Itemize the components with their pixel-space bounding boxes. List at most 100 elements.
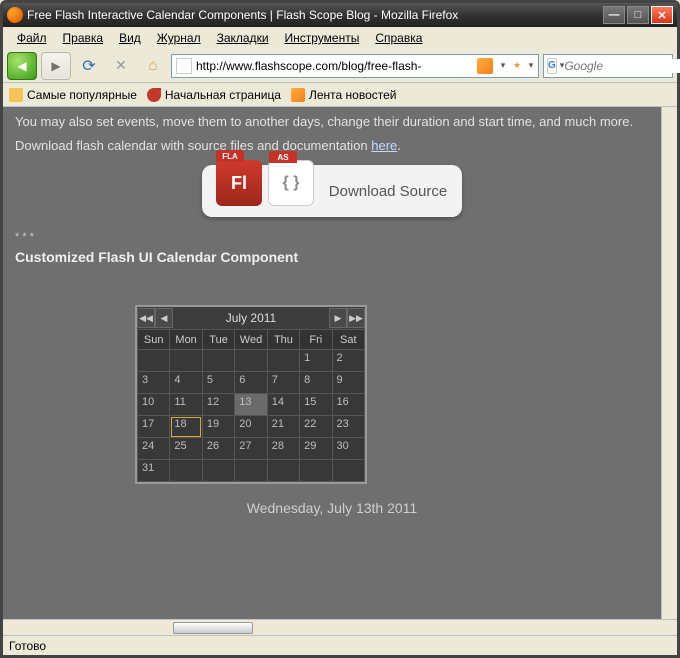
search-input[interactable] — [564, 59, 680, 73]
calendar-dow: Fri — [300, 330, 332, 350]
calendar-day[interactable]: 15 — [300, 394, 332, 416]
calendar-day[interactable]: 21 — [267, 416, 299, 438]
calendar-day[interactable]: 27 — [235, 438, 268, 460]
download-link[interactable]: here — [371, 138, 397, 153]
bookmarks-toolbar: Самые популярные Начальная страница Лент… — [3, 83, 677, 107]
menu-help[interactable]: Справка — [367, 29, 430, 47]
titlebar: Free Flash Interactive Calendar Componen… — [3, 3, 677, 27]
bookmark-popular[interactable]: Самые популярные — [9, 88, 137, 102]
calendar-day[interactable]: 25 — [170, 438, 202, 460]
calendar-dow: Tue — [202, 330, 234, 350]
bookmark-label: Лента новостей — [309, 88, 397, 102]
folder-icon — [9, 88, 23, 102]
star-icon[interactable]: ★ — [510, 60, 524, 71]
calendar-day[interactable]: 9 — [332, 372, 364, 394]
calendar-day — [300, 460, 332, 482]
calendar-day[interactable]: 29 — [300, 438, 332, 460]
browser-window: Free Flash Interactive Calendar Componen… — [0, 0, 680, 658]
body-text: Download flash calendar with source file… — [15, 137, 649, 155]
download-label: Download Source — [314, 183, 462, 200]
calendar-day[interactable]: 24 — [138, 438, 170, 460]
calendar-day[interactable]: 17 — [138, 416, 170, 438]
calendar-day[interactable]: 13 — [235, 394, 268, 416]
back-button[interactable]: ◀ — [7, 52, 37, 80]
menu-history[interactable]: Журнал — [149, 29, 209, 47]
statusbar: Готово — [3, 635, 677, 655]
stop-button[interactable]: ✕ — [107, 53, 135, 79]
bookmark-home[interactable]: Начальная страница — [147, 88, 281, 102]
calendar-day[interactable]: 8 — [300, 372, 332, 394]
calendar-day[interactable]: 14 — [267, 394, 299, 416]
calendar-day[interactable]: 10 — [138, 394, 170, 416]
menu-edit[interactable]: Правка — [55, 29, 112, 47]
calendar-day — [170, 460, 202, 482]
scrollbar-thumb[interactable] — [173, 622, 253, 634]
calendar-day[interactable]: 7 — [267, 372, 299, 394]
calendar-day — [235, 350, 268, 372]
calendar-day[interactable]: 23 — [332, 416, 364, 438]
calendar-day[interactable]: 20 — [235, 416, 268, 438]
minimize-button[interactable]: — — [603, 6, 625, 24]
body-text: You may also set events, move them to an… — [15, 113, 649, 131]
calendar-day[interactable]: 22 — [300, 416, 332, 438]
calendar-day[interactable]: 30 — [332, 438, 364, 460]
download-source-button[interactable]: FLA Fl AS { } Download Source — [202, 165, 462, 217]
next-month-button[interactable]: ▶ — [329, 308, 347, 328]
calendar-day[interactable]: 3 — [138, 372, 170, 394]
prev-month-button[interactable]: ◀ — [155, 308, 173, 328]
leaf-icon — [147, 88, 161, 102]
calendar-day[interactable]: 12 — [202, 394, 234, 416]
calendar-dow: Sat — [332, 330, 364, 350]
calendar-day — [202, 350, 234, 372]
calendar-day[interactable]: 28 — [267, 438, 299, 460]
feed-dropdown-icon[interactable]: ▾ — [496, 60, 510, 71]
reload-button[interactable]: ⟳ — [75, 53, 103, 79]
vertical-scrollbar[interactable] — [661, 107, 677, 619]
bookmark-feeds[interactable]: Лента новостей — [291, 88, 397, 102]
calendar-day[interactable]: 4 — [170, 372, 202, 394]
url-input[interactable] — [196, 56, 474, 76]
menu-file[interactable]: Файл — [9, 29, 55, 47]
viewport: You may also set events, move them to an… — [3, 107, 677, 635]
url-bar[interactable]: ▾ ★ ▾ — [171, 54, 539, 78]
site-favicon-icon — [176, 58, 192, 74]
menubar: Файл Правка Вид Журнал Закладки Инструме… — [3, 27, 677, 49]
calendar-day[interactable]: 19 — [202, 416, 234, 438]
selected-date-text: Wednesday, July 13th 2011 — [15, 500, 649, 516]
calendar-day[interactable]: 31 — [138, 460, 170, 482]
rss-icon[interactable] — [477, 58, 493, 74]
calendar-day — [138, 350, 170, 372]
menu-bookmarks[interactable]: Закладки — [209, 29, 277, 47]
nav-toolbar: ◀ ▶ ⟳ ✕ ⌂ ▾ ★ ▾ G ▾ — [3, 49, 677, 83]
url-dropdown-icon[interactable]: ▾ — [524, 60, 538, 71]
calendar-grid: SunMonTueWedThuFriSat 123456789101112131… — [137, 329, 365, 482]
forward-button[interactable]: ▶ — [41, 52, 71, 80]
calendar-dow: Sun — [138, 330, 170, 350]
calendar-day — [267, 350, 299, 372]
calendar-day[interactable]: 18 — [170, 416, 202, 438]
calendar-dow: Thu — [267, 330, 299, 350]
maximize-button[interactable]: □ — [627, 6, 649, 24]
status-text: Готово — [9, 639, 46, 653]
calendar-day[interactable]: 5 — [202, 372, 234, 394]
menu-tools[interactable]: Инструменты — [277, 29, 368, 47]
calendar-day[interactable]: 1 — [300, 350, 332, 372]
horizontal-scrollbar[interactable] — [3, 619, 677, 635]
close-button[interactable]: ✕ — [651, 6, 673, 24]
as-badge-icon: AS { } — [268, 160, 314, 206]
calendar-day[interactable]: 11 — [170, 394, 202, 416]
calendar-day[interactable]: 16 — [332, 394, 364, 416]
home-button[interactable]: ⌂ — [139, 53, 167, 79]
prev-year-button[interactable]: ◀◀ — [137, 308, 155, 328]
calendar-day[interactable]: 6 — [235, 372, 268, 394]
calendar-day[interactable]: 2 — [332, 350, 364, 372]
search-box[interactable]: G ▾ — [543, 54, 673, 78]
next-year-button[interactable]: ▶▶ — [347, 308, 365, 328]
bookmark-label: Самые популярные — [27, 88, 137, 102]
calendar-day[interactable]: 26 — [202, 438, 234, 460]
page-content: You may also set events, move them to an… — [3, 107, 661, 619]
google-icon[interactable]: G — [547, 58, 557, 74]
section-heading: Customized Flash UI Calendar Component — [15, 249, 649, 265]
menu-view[interactable]: Вид — [111, 29, 149, 47]
calendar-dow: Wed — [235, 330, 268, 350]
